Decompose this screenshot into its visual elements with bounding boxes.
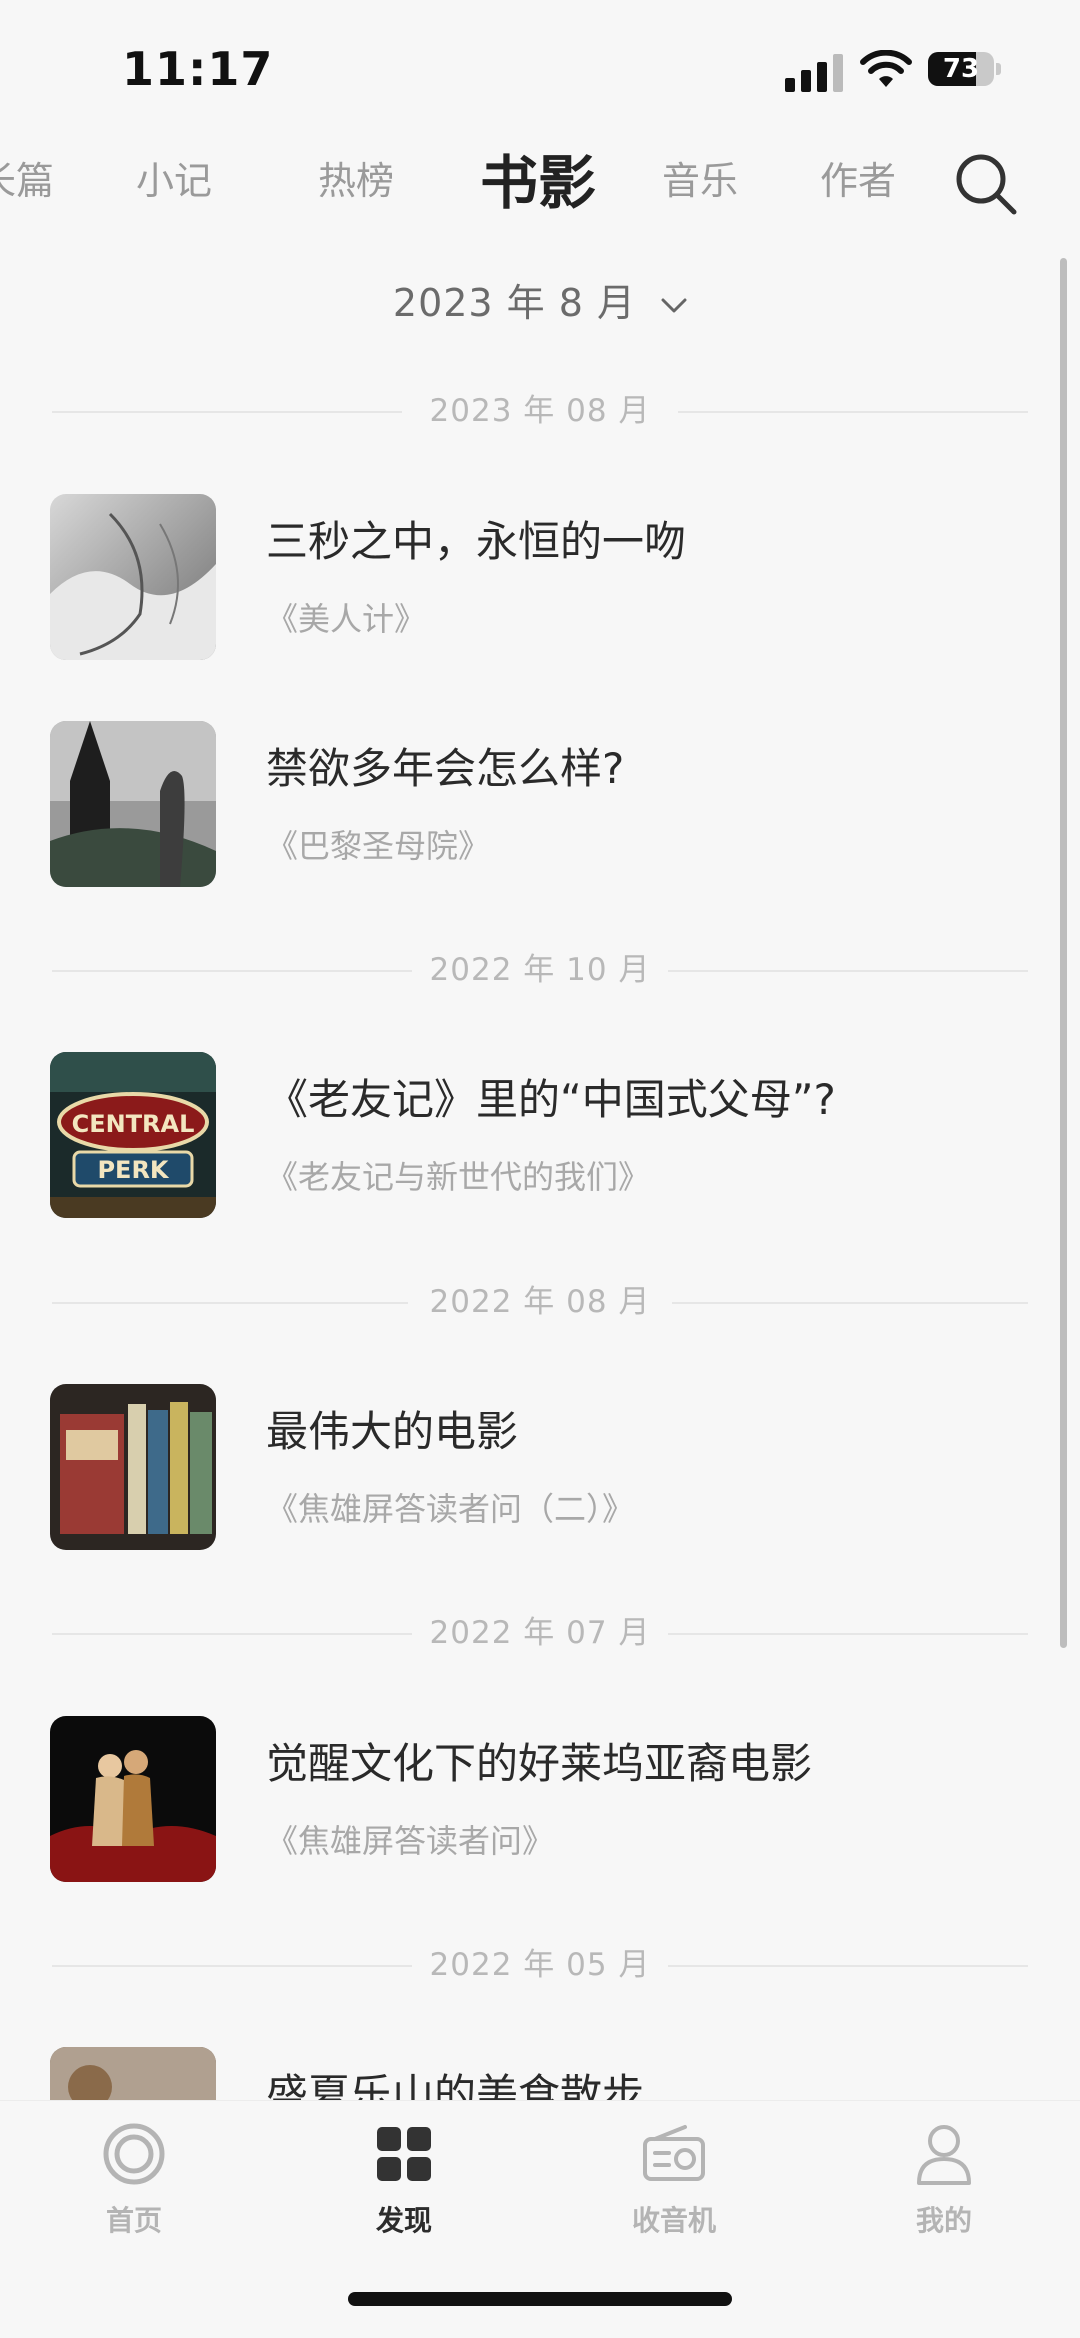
article-item[interactable]: 觉醒文化下的好莱坞亚裔电影 《焦雄屏答读者问》	[50, 1716, 1030, 1882]
tab-hot-list[interactable]: 热榜	[318, 150, 394, 205]
article-source: 《焦雄屏答读者问》	[266, 1822, 555, 1860]
radio-icon	[643, 2125, 705, 2181]
month-divider: 2023 年 08 月	[52, 386, 1028, 436]
article-thumbnail	[50, 721, 216, 887]
article-source: 《老友记与新世代的我们》	[266, 1158, 651, 1196]
thumb-text-perk: PERK	[97, 1156, 169, 1184]
battery-icon: 73	[928, 52, 1004, 88]
status-bar: 11:17 73	[0, 0, 1080, 120]
search-icon[interactable]	[950, 148, 1022, 220]
tab-long-form[interactable]: 长篇	[0, 150, 54, 205]
tab-label: 首页	[105, 2204, 162, 2237]
month-label: 2023 年 08 月	[429, 393, 651, 429]
status-time: 11:17	[122, 42, 274, 96]
month-label: 2022 年 10 月	[429, 952, 651, 988]
article-thumbnail	[50, 1716, 216, 1882]
tab-label: 收音机	[631, 2204, 716, 2237]
article-title: 禁欲多年会怎么样?	[266, 744, 625, 793]
tab-notes[interactable]: 小记	[136, 150, 212, 205]
thumb-text-central: CENTRAL	[72, 1110, 195, 1138]
tab-authors[interactable]: 作者	[820, 150, 896, 205]
month-divider: 2022 年 08 月	[52, 1277, 1028, 1327]
month-picker-label: 2023 年 8 月	[392, 281, 637, 325]
top-nav: 长篇 小记 热榜 书影 音乐 作者	[0, 120, 1080, 250]
tab-label: 发现	[375, 2204, 432, 2237]
article-item[interactable]: CENTRAL PERK 《老友记》里的“中国式父母”? 《老友记与新世代的我们…	[50, 1052, 1030, 1218]
article-title: 三秒之中，永恒的一吻	[266, 517, 687, 566]
article-item[interactable]: 三秒之中，永恒的一吻 《美人计》	[50, 494, 1030, 660]
scrollbar[interactable]	[1060, 258, 1067, 1648]
tab-books-films[interactable]: 书影	[480, 136, 596, 220]
tab-radio[interactable]: 收音机	[574, 2121, 774, 2239]
article-title: 《老友记》里的“中国式父母”?	[266, 1075, 836, 1124]
month-picker[interactable]: 2023 年 8 月	[0, 272, 1080, 327]
home-indicator	[348, 2292, 732, 2306]
article-thumbnail	[50, 1384, 216, 1550]
wifi-icon	[860, 50, 912, 87]
month-label: 2022 年 05 月	[429, 1947, 651, 1983]
home-icon	[103, 2123, 165, 2185]
article-thumbnail: CENTRAL PERK	[50, 1052, 216, 1218]
chevron-down-icon	[661, 298, 687, 312]
month-divider: 2022 年 07 月	[52, 1608, 1028, 1658]
article-source: 《巴黎圣母院》	[266, 827, 491, 865]
article-title: 最伟大的电影	[266, 1407, 519, 1456]
tab-discover[interactable]: 发现	[304, 2121, 504, 2239]
tab-profile[interactable]: 我的	[844, 2121, 1044, 2239]
month-label: 2022 年 07 月	[429, 1615, 651, 1651]
article-source: 《美人计》	[266, 600, 427, 638]
article-thumbnail	[50, 494, 216, 660]
profile-icon	[917, 2125, 971, 2185]
battery-percent: 73	[942, 54, 980, 84]
month-label: 2022 年 08 月	[429, 1284, 651, 1320]
article-source: 《焦雄屏答读者问（二）》	[266, 1490, 635, 1528]
article-item[interactable]: 禁欲多年会怎么样? 《巴黎圣母院》	[50, 721, 1030, 887]
signal-icon	[785, 52, 843, 92]
article-item[interactable]: 最伟大的电影 《焦雄屏答读者问（二）》	[50, 1384, 1030, 1550]
tab-label: 我的	[915, 2204, 972, 2237]
month-divider: 2022 年 05 月	[52, 1940, 1028, 1990]
tab-music[interactable]: 音乐	[662, 150, 738, 205]
article-title: 觉醒文化下的好莱坞亚裔电影	[266, 1739, 813, 1788]
discover-icon	[377, 2127, 431, 2181]
tab-home[interactable]: 首页	[34, 2121, 234, 2239]
month-divider: 2022 年 10 月	[52, 945, 1028, 995]
